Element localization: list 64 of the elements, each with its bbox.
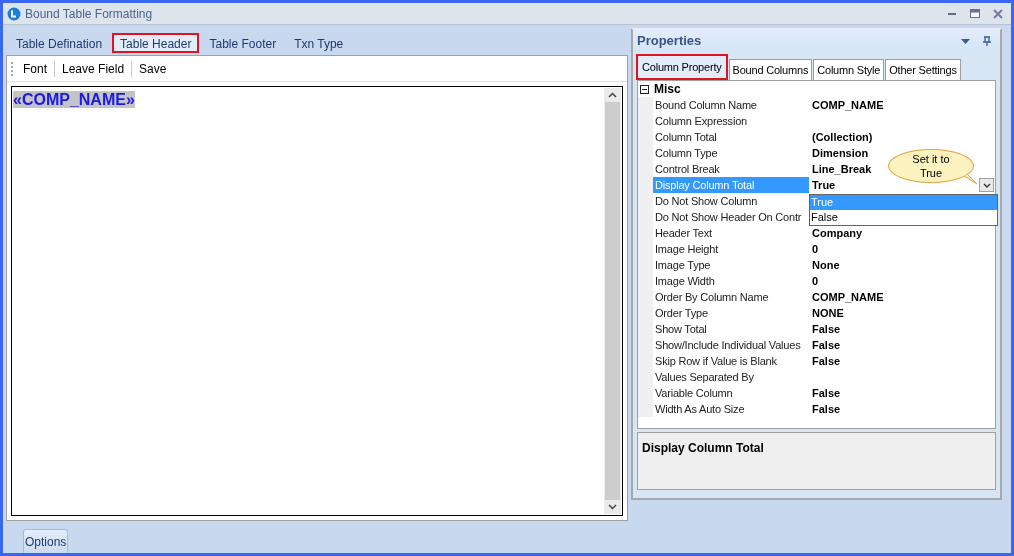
- callout-text: Set it to True: [911, 152, 951, 180]
- property-value[interactable]: None: [812, 257, 840, 273]
- property-value[interactable]: 0: [812, 241, 819, 257]
- property-label[interactable]: Control Break: [653, 161, 809, 177]
- property-value[interactable]: False: [812, 321, 841, 337]
- property-label[interactable]: Do Not Show Header On Contr: [653, 209, 809, 225]
- collapse-icon[interactable]: [640, 84, 649, 94]
- tab[interactable]: Column Property: [636, 54, 728, 80]
- property-label[interactable]: Image Type: [653, 257, 809, 273]
- maximize-icon[interactable]: [970, 8, 981, 19]
- tab[interactable]: Bound Columns: [728, 59, 813, 80]
- toolbar-button[interactable]: Font: [18, 58, 52, 79]
- property-value[interactable]: 0: [812, 273, 819, 289]
- tab[interactable]: Txn Type: [286, 33, 352, 53]
- property-value[interactable]: COMP_NAME: [812, 97, 884, 113]
- property-label[interactable]: Variable Column: [653, 385, 809, 401]
- property-value[interactable]: False: [812, 353, 841, 369]
- caret-icon: [982, 182, 991, 188]
- property-value[interactable]: False: [812, 385, 841, 401]
- panel-title: Properties: [637, 32, 702, 51]
- window-title: Bound Table Formatting: [25, 5, 153, 23]
- property-label[interactable]: Image Height: [653, 241, 809, 257]
- property-label[interactable]: Image Width: [653, 273, 809, 289]
- close-icon[interactable]: [993, 8, 1003, 19]
- dropdown-caret-icon[interactable]: [961, 38, 970, 44]
- property-value[interactable]: Company: [812, 225, 863, 241]
- property-label[interactable]: Order By Column Name: [653, 289, 809, 305]
- tab[interactable]: Table Footer: [201, 33, 285, 53]
- toolbar-button[interactable]: Save: [134, 58, 172, 79]
- property-value[interactable]: Dimension: [812, 145, 869, 161]
- property-value[interactable]: COMP_NAME: [812, 289, 884, 305]
- property-label[interactable]: Column Expression: [653, 113, 809, 129]
- property-label[interactable]: Show/Include Individual Values: [653, 337, 809, 353]
- property-label[interactable]: Skip Row if Value is Blank: [653, 353, 809, 369]
- property-label[interactable]: Bound Column Name: [653, 97, 809, 113]
- property-value[interactable]: Line_Break: [812, 161, 872, 177]
- property-value[interactable]: False: [812, 401, 841, 417]
- dropdown-option[interactable]: False: [810, 210, 997, 225]
- description-title: Display Column Total: [642, 441, 764, 455]
- dropdown-button[interactable]: [979, 178, 994, 192]
- property-label[interactable]: Order Type: [653, 305, 809, 321]
- tab[interactable]: Column Style: [813, 59, 885, 80]
- app-logo-icon: [7, 6, 21, 21]
- property-label[interactable]: Do Not Show Column: [653, 193, 809, 209]
- tab[interactable]: Other Settings: [885, 59, 961, 80]
- options-button[interactable]: Options: [23, 529, 69, 553]
- pin-icon[interactable]: [982, 36, 992, 46]
- property-label[interactable]: Values Separated By: [653, 369, 809, 385]
- toolbar-grip-icon: [11, 60, 14, 77]
- toolbar-button[interactable]: Leave Field: [57, 58, 130, 79]
- property-value[interactable]: True: [812, 177, 836, 193]
- category-label[interactable]: Misc: [654, 80, 681, 98]
- vertical-scrollbar[interactable]: [604, 88, 621, 514]
- property-label[interactable]: Column Type: [653, 145, 809, 161]
- property-value[interactable]: (Collection): [812, 129, 873, 145]
- tab[interactable]: Table Defination: [8, 33, 111, 53]
- property-value[interactable]: False: [812, 337, 841, 353]
- field-placeholder-text[interactable]: «COMP_NAME»: [13, 91, 135, 108]
- property-label[interactable]: Header Text: [653, 225, 809, 241]
- property-label[interactable]: Show Total: [653, 321, 809, 337]
- tab[interactable]: Table Header: [112, 33, 200, 53]
- property-label[interactable]: Column Total: [653, 129, 809, 145]
- property-label[interactable]: Width As Auto Size: [653, 401, 809, 417]
- property-value[interactable]: NONE: [812, 305, 844, 321]
